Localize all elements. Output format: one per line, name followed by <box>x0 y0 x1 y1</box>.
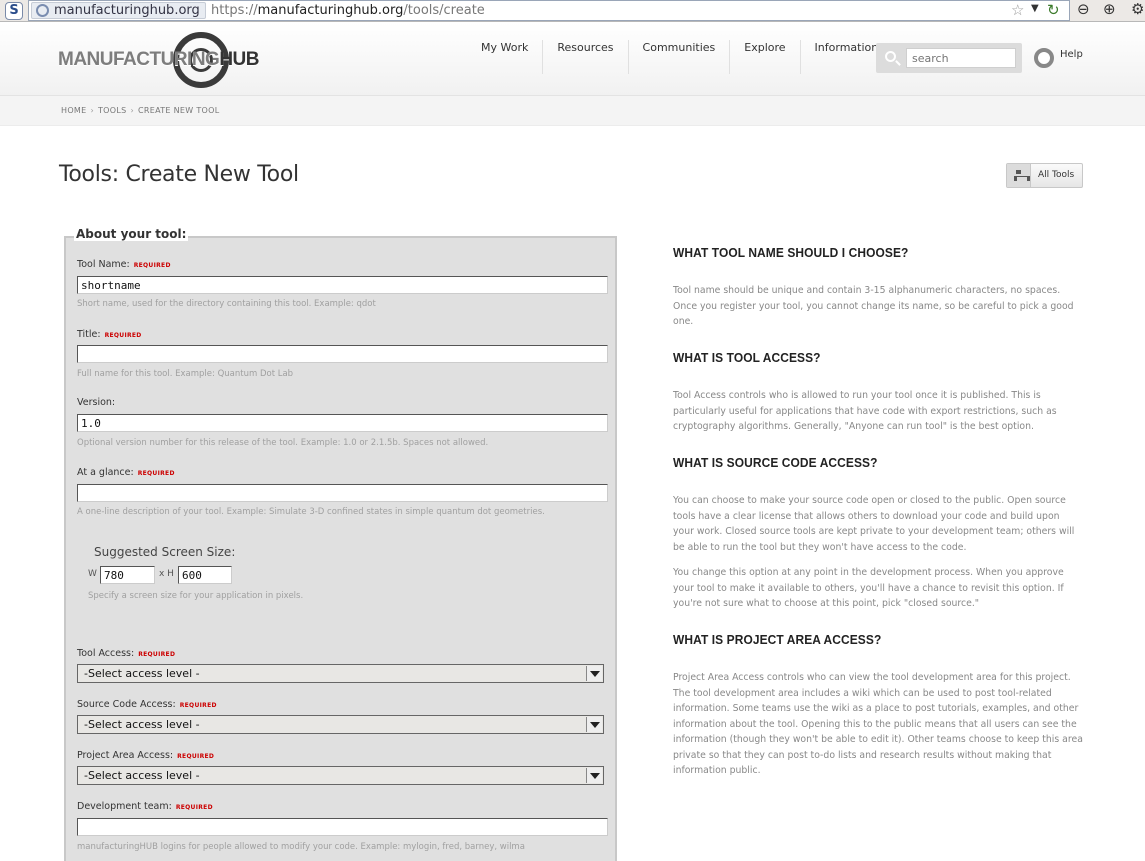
nav-resources[interactable]: Resources <box>543 40 629 74</box>
dev-team-label-text: Development team: <box>77 801 172 812</box>
breadcrumb: HOME › TOOLS › CREATE NEW TOOL <box>61 106 219 115</box>
zoom-in-icon[interactable]: ⊕ <box>1103 0 1116 18</box>
height-input[interactable] <box>178 566 232 584</box>
help-text-tool-name: Tool name should be unique and contain 3… <box>673 285 1074 327</box>
bookmark-star-icon[interactable]: ☆ <box>1011 1 1024 19</box>
page-title: Tools: Create New Tool <box>59 162 299 187</box>
tool-name-input[interactable] <box>77 276 608 294</box>
glance-hint: A one-line description of your tool. Exa… <box>77 507 545 517</box>
help-heading-tool-name: WHAT TOOL NAME SHOULD I CHOOSE? <box>673 245 909 260</box>
tool-access-label: Tool Access: REQUIRED <box>77 648 175 659</box>
site-header: MANUFACTURINGHUB My Work Resources Commu… <box>0 23 1145 96</box>
reload-icon[interactable]: ↻ <box>1047 1 1060 19</box>
title-label-text: Title: <box>77 329 101 340</box>
search-icon[interactable] <box>885 51 896 62</box>
logo-text-b: HUB <box>219 49 259 70</box>
required-tag: REQUIRED <box>138 651 176 658</box>
version-label: Version: <box>77 397 116 408</box>
required-tag: REQUIRED <box>175 804 213 811</box>
source-access-select[interactable]: -Select access level - <box>77 715 604 734</box>
help-label: Help <box>1060 49 1083 60</box>
main-nav: My Work Resources Communities Explore In… <box>467 40 892 80</box>
all-tools-label: All Tools <box>1038 170 1075 180</box>
site-logo[interactable]: MANUFACTURINGHUB <box>58 31 259 89</box>
tool-access-label-text: Tool Access: <box>77 648 135 659</box>
breadcrumb-current: CREATE NEW TOOL <box>138 106 220 115</box>
breadcrumb-bar: HOME › TOOLS › CREATE NEW TOOL <box>0 96 1145 126</box>
url-domain: manufacturinghub.org <box>257 3 404 18</box>
url-text[interactable]: https://manufacturinghub.org/tools/creat… <box>211 2 485 19</box>
project-access-value: -Select access level - <box>84 769 200 782</box>
required-tag: REQUIRED <box>137 470 175 477</box>
glance-label-text: At a glance: <box>77 467 134 478</box>
help-text-source-access-2: You change this option at any point in t… <box>673 567 1064 609</box>
width-label: W <box>88 569 97 579</box>
tool-name-label: Tool Name: REQUIRED <box>77 259 171 270</box>
help-text-source-access: You can choose to make your source code … <box>673 495 1075 553</box>
title-input[interactable] <box>77 345 608 363</box>
screen-size-heading: Suggested Screen Size: <box>94 545 236 559</box>
dev-team-hint: manufacturingHUB logins for people allow… <box>77 842 525 852</box>
screen-size-hint: Specify a screen size for your applicati… <box>88 591 304 601</box>
title-hint: Full name for this tool. Example: Quantu… <box>77 369 294 379</box>
glance-input[interactable] <box>77 484 608 502</box>
site-search <box>876 43 1022 73</box>
chevron-down-icon[interactable] <box>586 717 602 732</box>
source-access-value: -Select access level - <box>84 718 200 731</box>
breadcrumb-home[interactable]: HOME <box>61 106 86 115</box>
nav-my-work[interactable]: My Work <box>467 40 544 74</box>
browser-app-icon[interactable]: S <box>5 2 23 20</box>
logo-text: MANUFACTURINGHUB <box>58 49 259 71</box>
all-tools-button[interactable]: All Tools <box>1006 163 1083 188</box>
url-prefix: https:// <box>211 3 258 18</box>
tool-access-select[interactable]: -Select access level - <box>77 664 604 683</box>
lifebuoy-icon <box>1034 48 1054 68</box>
url-path: /tools/create <box>403 3 485 18</box>
site-identity-label: manufacturinghub.org <box>54 3 200 18</box>
search-input[interactable] <box>906 48 1016 68</box>
help-heading-source-access: WHAT IS SOURCE CODE ACCESS? <box>673 455 878 470</box>
globe-icon <box>36 4 49 17</box>
help-heading-project-access: WHAT IS PROJECT AREA ACCESS? <box>673 632 882 647</box>
help-text-project-access: Project Area Access controls who can vie… <box>673 672 1083 776</box>
project-access-select[interactable]: -Select access level - <box>77 766 604 785</box>
version-hint: Optional version number for this release… <box>77 438 489 448</box>
tool-access-value: -Select access level - <box>84 667 200 680</box>
chevron-down-icon[interactable] <box>586 666 602 681</box>
version-input[interactable] <box>77 414 608 432</box>
dev-team-input[interactable] <box>77 818 608 836</box>
project-access-label-text: Project Area Access: <box>77 750 174 761</box>
glance-label: At a glance: REQUIRED <box>77 467 175 478</box>
chevron-down-icon[interactable] <box>586 768 602 783</box>
required-tag: REQUIRED <box>104 332 142 339</box>
tools-icon[interactable]: ⚙ <box>1131 0 1144 18</box>
width-input[interactable] <box>100 566 155 584</box>
height-separator-label: x H <box>159 569 174 579</box>
required-tag: REQUIRED <box>177 753 215 760</box>
title-label: Title: REQUIRED <box>77 329 142 340</box>
url-bar[interactable]: manufacturinghub.org https://manufacturi… <box>28 0 1070 21</box>
help-heading-tool-access: WHAT IS TOOL ACCESS? <box>673 350 821 365</box>
dev-team-label: Development team: REQUIRED <box>77 801 213 812</box>
browser-toolbar: S manufacturinghub.org https://manufactu… <box>0 0 1145 22</box>
sitemap-icon <box>1007 164 1031 187</box>
required-tag: REQUIRED <box>179 702 217 709</box>
source-access-label-text: Source Code Access: <box>77 699 176 710</box>
site-identity-button[interactable]: manufacturinghub.org <box>31 2 206 19</box>
breadcrumb-separator: › <box>130 106 134 115</box>
logo-text-a: MANUFACTURING <box>58 49 220 70</box>
nav-explore[interactable]: Explore <box>730 40 801 74</box>
breadcrumb-tools[interactable]: TOOLS <box>98 106 127 115</box>
nav-communities[interactable]: Communities <box>629 40 731 74</box>
tool-name-hint: Short name, used for the directory conta… <box>77 299 376 309</box>
form-legend: About your tool: <box>74 227 189 241</box>
project-access-label: Project Area Access: REQUIRED <box>77 750 214 761</box>
history-dropdown-icon[interactable]: ▼ <box>1031 3 1039 14</box>
source-access-label: Source Code Access: REQUIRED <box>77 699 217 710</box>
zoom-out-icon[interactable]: ⊖ <box>1077 0 1090 18</box>
breadcrumb-separator: › <box>90 106 94 115</box>
tool-name-label-text: Tool Name: <box>77 259 130 270</box>
required-tag: REQUIRED <box>133 262 171 269</box>
help-text-tool-access: Tool Access controls who is allowed to r… <box>673 390 1057 432</box>
